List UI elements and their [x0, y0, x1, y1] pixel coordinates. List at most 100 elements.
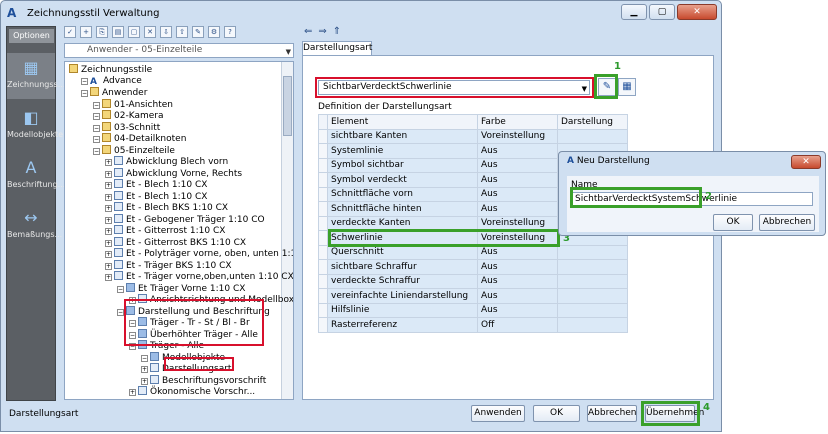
expand-icon[interactable]: −: [93, 147, 100, 155]
expand-icon[interactable]: +: [105, 274, 112, 281]
up-icon[interactable]: ⇑: [333, 26, 341, 37]
tree-node[interactable]: Zeichnungsstile: [69, 64, 152, 75]
settings-icon[interactable]: ⚙: [208, 26, 220, 38]
grid-cell[interactable]: Aus: [477, 244, 558, 260]
maximize-button[interactable]: ▢: [649, 4, 675, 20]
expand-icon[interactable]: −: [93, 101, 100, 109]
apply-button[interactable]: Anwenden: [471, 405, 525, 422]
style-group-combo[interactable]: Anwender - 05-Einzelteile ▼: [64, 43, 294, 58]
delete-icon[interactable]: ✕: [144, 26, 156, 38]
paste-icon[interactable]: ▤: [112, 26, 124, 38]
nav-beschriftung[interactable]: A Beschriftung...: [7, 153, 65, 199]
grid-cell[interactable]: Schnittfläche vorn: [327, 186, 478, 202]
grid-cell[interactable]: verdeckte Schraffur: [327, 273, 478, 289]
tree-node[interactable]: + Abwicklung Blech vorn: [105, 156, 228, 167]
export-icon[interactable]: ⇧: [176, 26, 188, 38]
tab-darstellungsart[interactable]: Darstellungsart: [302, 41, 372, 55]
grid-row[interactable]: Querschnitt Aus: [318, 244, 628, 260]
grid-cell[interactable]: Hilfslinie: [327, 302, 478, 318]
grid-cell[interactable]: Aus: [477, 259, 558, 275]
close-button[interactable]: ✕: [677, 4, 717, 20]
expand-icon[interactable]: +: [105, 205, 112, 212]
expand-icon[interactable]: +: [129, 389, 136, 396]
tree-node[interactable]: + Et - Polyträger vorne, oben, unten 1:10…: [105, 248, 293, 259]
tree-node[interactable]: − 04-Detailknoten: [93, 133, 186, 144]
tree-node[interactable]: + Et - Blech 1:10 CX: [105, 190, 207, 202]
grid-cell[interactable]: Aus: [477, 302, 558, 318]
forward-icon[interactable]: ⇒: [318, 26, 326, 37]
grid-cell[interactable]: Systemlinie: [327, 143, 478, 159]
grid-cell[interactable]: Aus: [477, 143, 558, 159]
grid-cell[interactable]: sichtbare Kanten: [327, 128, 478, 144]
options-button[interactable]: Optionen: [9, 29, 54, 43]
expand-icon[interactable]: +: [105, 251, 112, 258]
grid-cell[interactable]: Querschnitt: [327, 244, 478, 260]
grid-row[interactable]: Rasterreferenz Off: [318, 317, 628, 333]
expand-icon[interactable]: +: [105, 216, 112, 224]
grid-cell[interactable]: Aus: [477, 273, 558, 289]
grid-cell[interactable]: Aus: [477, 186, 558, 202]
grid-cell[interactable]: Rasterreferenz: [327, 317, 478, 333]
grid-cell[interactable]: [557, 244, 628, 260]
new-item-icon[interactable]: ▢: [128, 26, 140, 38]
tree-node[interactable]: + Et - Gitterrost 1:10 CX: [105, 225, 225, 236]
grid-cell[interactable]: [557, 302, 628, 318]
style-tree[interactable]: Zeichnungsstile − A Advance − Anwender −01-Ans…: [64, 61, 294, 400]
grid-cell[interactable]: Symbol sichtbar: [327, 157, 478, 173]
expand-icon[interactable]: −: [93, 113, 100, 120]
grid-cell[interactable]: Symbol verdeckt: [327, 172, 478, 188]
expand-icon[interactable]: +: [105, 262, 112, 270]
scroll-thumb[interactable]: [283, 76, 292, 136]
expand-icon[interactable]: +: [105, 228, 112, 235]
tree-node[interactable]: + Et - Gitterrost BKS 1:10 CX: [105, 236, 246, 248]
back-icon[interactable]: ⇐: [304, 26, 312, 37]
grid-row[interactable]: verdeckte Schraffur Aus: [318, 273, 628, 289]
expand-icon[interactable]: +: [141, 366, 148, 373]
tree-node[interactable]: − Et Träger Vorne 1:10 CX: [117, 282, 245, 294]
grid-cell[interactable]: [557, 128, 628, 144]
ok-button[interactable]: OK: [533, 405, 580, 422]
copy-icon[interactable]: ⎘: [96, 26, 108, 38]
tree-node[interactable]: − 03-Schnitt: [93, 121, 160, 133]
grid-row[interactable]: vereinfachte Liniendarstellung Aus: [318, 288, 628, 304]
tree-node[interactable]: − Anwender: [81, 87, 147, 98]
expand-icon[interactable]: −: [81, 90, 88, 97]
dialog-close-button[interactable]: ✕: [791, 155, 821, 169]
tree-scrollbar[interactable]: [281, 62, 293, 399]
expand-icon[interactable]: +: [105, 170, 112, 178]
grid-cell[interactable]: Voreinstellung: [477, 128, 558, 144]
nav-bemassung[interactable]: ↔ Bemaßungs...: [7, 203, 62, 249]
grid-row[interactable]: sichtbare Schraffur Aus: [318, 259, 628, 275]
help-icon[interactable]: ?: [224, 26, 236, 38]
grid-cell[interactable]: Aus: [477, 172, 558, 188]
grid-cell[interactable]: [557, 259, 628, 275]
nav-modellobjekte[interactable]: ◧ Modellobjekte: [7, 103, 63, 149]
grid-cell[interactable]: [557, 273, 628, 289]
grid-row[interactable]: sichtbare Kanten Voreinstellung: [318, 128, 628, 144]
nav-zeichnungsstile[interactable]: ▦ Zeichnungss...: [7, 53, 65, 99]
expand-icon[interactable]: −: [93, 136, 100, 143]
grid-cell[interactable]: Aus: [477, 157, 558, 173]
tree-node[interactable]: + Et - Träger vorne,oben,unten 1:10 CX: [105, 271, 293, 282]
tree-node[interactable]: + Ökonomische Vorschr...: [129, 386, 255, 397]
minimize-button[interactable]: ▁: [621, 4, 647, 20]
grid-cell[interactable]: Off: [477, 317, 558, 333]
expand-icon[interactable]: +: [141, 377, 148, 385]
grid-cell[interactable]: sichtbare Schraffur: [327, 259, 478, 275]
tree-node[interactable]: + Et - Träger BKS 1:10 CX: [105, 259, 232, 271]
tree-node[interactable]: − 01-Ansichten: [93, 98, 173, 110]
grid-cell[interactable]: [557, 288, 628, 304]
grid-cell[interactable]: [557, 317, 628, 333]
tree-node[interactable]: + Et - Blech 1:10 CX: [105, 179, 207, 190]
cancel-button[interactable]: Abbrechen: [587, 405, 637, 422]
import-icon[interactable]: ⇩: [160, 26, 172, 38]
expand-icon[interactable]: −: [117, 308, 124, 316]
expand-icon[interactable]: −: [117, 285, 124, 293]
check-icon[interactable]: ✓: [64, 26, 76, 38]
expand-icon[interactable]: +: [105, 239, 112, 247]
tree-node[interactable]: + Beschriftungsvorschrift: [141, 374, 266, 386]
edit-style-button[interactable]: ▦: [618, 78, 636, 96]
tree-node[interactable]: − 02-Kamera: [93, 110, 163, 121]
expand-icon[interactable]: +: [105, 193, 112, 201]
grid-cell[interactable]: Aus: [477, 288, 558, 304]
